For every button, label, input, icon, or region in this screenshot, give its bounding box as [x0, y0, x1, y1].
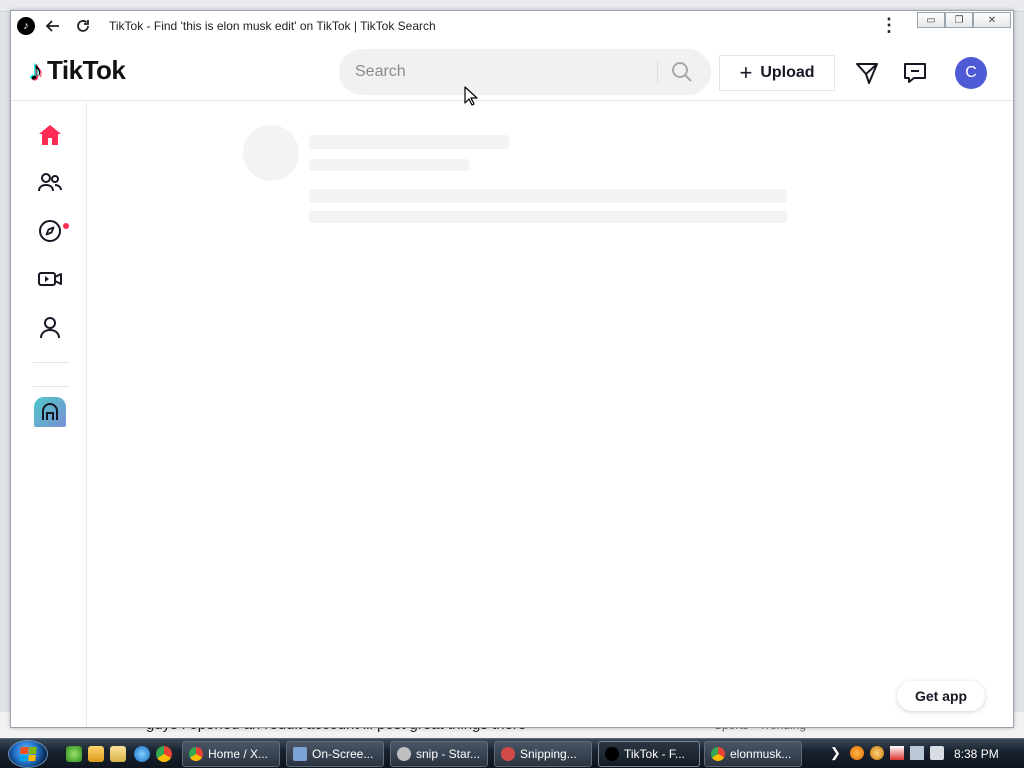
sidebar-item-live[interactable] [35, 266, 65, 296]
window-title: TikTok - Find 'this is elon musk edit' o… [109, 19, 436, 33]
sidebar-item-home[interactable] [35, 122, 65, 152]
network-icon[interactable] [910, 746, 924, 760]
quicklaunch-folder-icon[interactable] [110, 746, 126, 762]
minimize-button[interactable]: ▭ [917, 12, 945, 28]
tiktok-icon [605, 747, 619, 761]
messages-icon[interactable] [901, 59, 929, 87]
home-icon [37, 123, 63, 152]
start-button[interactable] [8, 740, 48, 768]
upload-button[interactable]: + Upload [719, 55, 835, 91]
more-menu-icon[interactable]: ⋮ [879, 15, 899, 35]
taskbar-item-label: Snipping... [520, 747, 577, 761]
taskbar-item[interactable]: Home / X... [182, 741, 280, 767]
get-app-button[interactable]: Get app [897, 681, 985, 711]
taskbar-item-label: On-Scree... [312, 747, 374, 761]
sidebar-item-following[interactable] [35, 170, 65, 200]
loading-line-placeholder [309, 159, 469, 171]
taskbar-item[interactable]: On-Scree... [286, 741, 384, 767]
taskbar-item-label: elonmusk... [730, 747, 792, 761]
loading-line-placeholder [309, 135, 509, 149]
clock[interactable]: 8:38 PM [954, 747, 999, 761]
chrome-icon [189, 747, 203, 761]
quicklaunch-app-icon[interactable] [66, 746, 82, 762]
volume-icon[interactable] [930, 746, 944, 760]
taskbar-item-label: snip - Star... [416, 747, 481, 761]
site-header: ♪ TikTok + Upload C [11, 41, 1013, 101]
taskbar-item-label: Home / X... [208, 747, 269, 761]
loading-avatar-placeholder [243, 125, 299, 181]
upload-label: Upload [760, 64, 815, 81]
title-bar: ♪ TikTok - Find 'this is elon musk edit'… [11, 11, 1013, 41]
sidebar-item-explore[interactable] [35, 218, 65, 248]
plus-icon: + [739, 60, 753, 85]
sidebar [11, 102, 87, 727]
tiktok-note-icon: ♪ [29, 54, 43, 86]
taskbar-item[interactable]: snip - Star... [390, 741, 488, 767]
chrome-icon[interactable] [156, 746, 172, 762]
reload-icon[interactable] [73, 16, 93, 36]
profile-icon [38, 315, 62, 344]
search-divider [657, 61, 658, 83]
sidebar-app-icon[interactable] [34, 397, 66, 427]
snipping-tool-icon [501, 747, 515, 761]
live-video-icon [37, 268, 63, 295]
logo-text: TikTok [47, 55, 126, 85]
sidebar-item-profile[interactable] [35, 314, 65, 344]
internet-explorer-icon[interactable] [134, 746, 150, 762]
keyboard-icon [293, 747, 307, 761]
search-icon[interactable] [671, 61, 693, 83]
compass-icon [38, 219, 62, 248]
sidebar-divider [33, 362, 69, 363]
mouse-cursor-icon [464, 86, 478, 106]
back-arrow-icon[interactable] [43, 16, 63, 36]
app-window: ♪ TikTok - Find 'this is elon musk edit'… [10, 10, 1014, 728]
tray-flag-icon[interactable] [890, 746, 904, 760]
search-input[interactable] [355, 59, 645, 85]
taskbar: Home / X... On-Scree... snip - Star... S… [0, 738, 1024, 768]
tray-expand-icon[interactable]: ❯ [830, 745, 841, 761]
restore-button[interactable]: ❐ [945, 12, 973, 28]
explore-notification-dot [63, 223, 69, 229]
tray-search-icon[interactable] [850, 746, 864, 760]
loading-line-placeholder [309, 189, 787, 203]
tiktok-logo[interactable]: ♪ TikTok [29, 54, 126, 86]
taskbar-item[interactable]: Snipping... [494, 741, 592, 767]
taskbar-item-active[interactable]: TikTok - F... [598, 741, 700, 767]
inbox-send-icon[interactable] [853, 59, 881, 87]
following-icon [37, 171, 63, 200]
tray-app-icon[interactable] [870, 746, 884, 760]
loading-line-placeholder [309, 211, 787, 223]
taskbar-item-label: TikTok - F... [624, 747, 685, 761]
quicklaunch-media-icon[interactable] [88, 746, 104, 762]
windows-logo-icon [19, 747, 37, 761]
taskbar-item[interactable]: elonmusk... [704, 741, 802, 767]
search-box [339, 49, 711, 95]
sidebar-divider [33, 386, 69, 387]
user-avatar[interactable]: C [955, 57, 987, 89]
chrome-icon [711, 747, 725, 761]
search-icon [397, 747, 411, 761]
tiktok-app-icon: ♪ [17, 17, 35, 35]
close-button[interactable]: ✕ [973, 12, 1011, 28]
